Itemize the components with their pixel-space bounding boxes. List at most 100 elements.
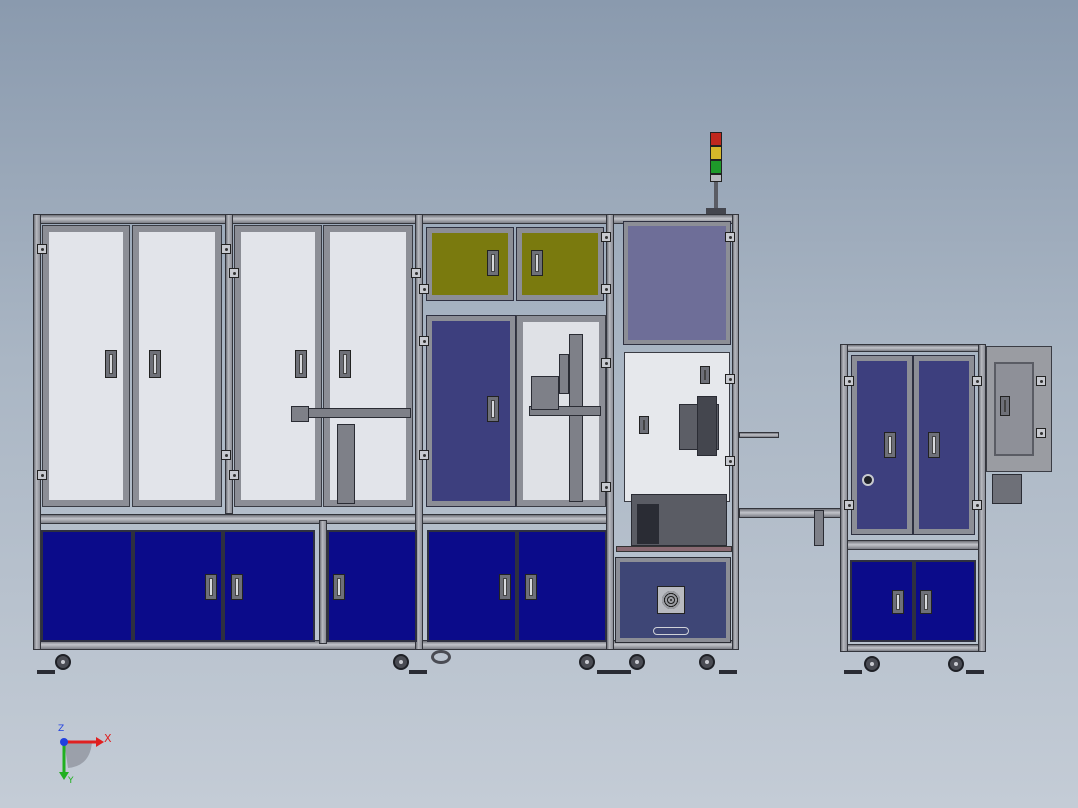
door-handle[interactable] [525, 574, 537, 600]
corner-bracket [601, 232, 611, 242]
door-handle[interactable] [920, 590, 932, 614]
side-module-bracket [992, 474, 1022, 504]
signal-tower-base [710, 174, 722, 182]
signal-tower-pole [714, 182, 718, 208]
corner-bracket [601, 358, 611, 368]
door-handle[interactable] [499, 574, 511, 600]
leveling-foot [966, 670, 984, 674]
station-motor [697, 396, 717, 456]
corner-bracket [411, 268, 421, 278]
door-handle[interactable] [205, 574, 217, 600]
door-handle[interactable] [333, 574, 345, 600]
y-axis-label: Y [68, 776, 74, 786]
corner-bracket [844, 376, 854, 386]
leveling-foot [37, 670, 55, 674]
door-handle[interactable] [884, 432, 896, 458]
x-axis-arrow [96, 737, 104, 747]
frame-post [978, 344, 986, 652]
gripper-block [291, 406, 309, 422]
corner-bracket [844, 500, 854, 510]
frame-post [225, 214, 233, 514]
door-handle[interactable] [487, 250, 499, 276]
cooling-fan-grill [662, 591, 680, 609]
leveling-foot [844, 670, 862, 674]
corner-bracket [37, 470, 47, 480]
door-handle[interactable] [487, 396, 499, 422]
work-table [616, 546, 732, 552]
cabinet-door[interactable] [41, 530, 133, 642]
corner-bracket [229, 268, 239, 278]
triad-shadow [64, 740, 92, 768]
caster-wheel [393, 654, 409, 670]
vertical-slide [569, 334, 583, 502]
corner-bracket [419, 284, 429, 294]
door-handle[interactable] [149, 350, 161, 378]
door-handle[interactable] [531, 250, 543, 276]
corner-bracket [221, 244, 231, 254]
secondary-unit [840, 344, 1054, 676]
glass-door[interactable] [234, 225, 322, 507]
corner-bracket [725, 374, 735, 384]
frame-post [732, 214, 739, 650]
signal-lamp-green [710, 160, 722, 174]
corner-bracket [221, 450, 231, 460]
corner-bracket [972, 376, 982, 386]
door-handle[interactable] [928, 432, 940, 458]
caster-wheel [948, 656, 964, 672]
frame-post [606, 214, 614, 650]
upper-olive-panel [426, 227, 514, 301]
signal-lamp-yellow [710, 146, 722, 160]
glass-door[interactable] [132, 225, 222, 507]
corner-bracket [1036, 428, 1046, 438]
emergency-stop-icon[interactable] [862, 474, 874, 486]
door-handle[interactable] [231, 574, 243, 600]
conveyor-support [814, 510, 824, 546]
corner-bracket [725, 232, 735, 242]
caster-wheel [864, 656, 880, 672]
corner-bracket [601, 482, 611, 492]
main-machine [33, 214, 739, 674]
corner-bracket [419, 336, 429, 346]
door-handle[interactable] [700, 366, 710, 384]
navy-door[interactable] [851, 355, 913, 535]
navy-door[interactable] [426, 315, 516, 507]
signal-tower-mount [706, 208, 726, 214]
internal-conveyor [295, 408, 411, 418]
door-handle[interactable] [892, 590, 904, 614]
pick-head [531, 376, 559, 410]
cylinder [559, 354, 569, 394]
top-rail [840, 344, 986, 352]
door-handle[interactable] [339, 350, 351, 378]
upper-purple-panel [623, 221, 731, 345]
caster-wheel [629, 654, 645, 670]
internal-support [337, 424, 355, 504]
corner-bracket [37, 244, 47, 254]
corner-bracket [725, 456, 735, 466]
door-handle[interactable] [105, 350, 117, 378]
door-handle[interactable] [639, 416, 649, 434]
side-arm [739, 432, 779, 438]
door-handle[interactable] [1000, 396, 1010, 416]
cabinet-door[interactable] [850, 560, 914, 642]
leveling-foot [613, 670, 631, 674]
mid-rail [840, 540, 986, 550]
corner-bracket [1036, 376, 1046, 386]
transfer-conveyor [739, 508, 843, 518]
vent-slot [653, 627, 689, 635]
leveling-foot [409, 670, 427, 674]
frame-post [840, 344, 848, 652]
corner-bracket [601, 284, 611, 294]
corner-bracket [972, 500, 982, 510]
corner-bracket [419, 450, 429, 460]
frame-post [319, 520, 327, 644]
x-axis-label: X [104, 732, 112, 745]
navy-door[interactable] [913, 355, 975, 535]
leveling-foot [719, 670, 737, 674]
bottom-rail [840, 644, 986, 652]
signal-tower [706, 132, 726, 216]
station-cables [637, 504, 659, 544]
caster-wheel [579, 654, 595, 670]
coordinate-triad: X Z Y [50, 724, 120, 788]
door-handle[interactable] [295, 350, 307, 378]
lifting-ring [431, 650, 451, 664]
